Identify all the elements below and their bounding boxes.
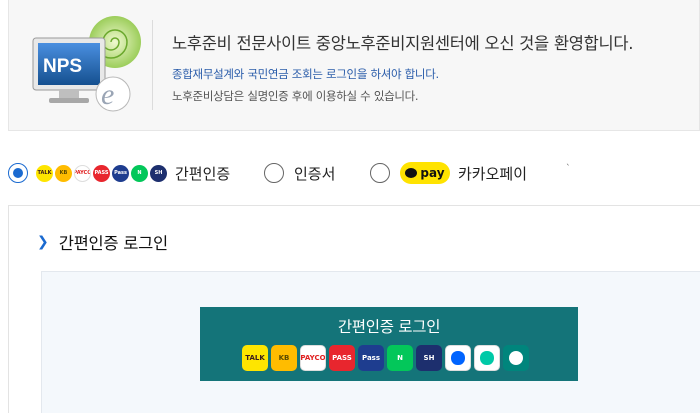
kakaopay-label: 카카오페이 [458, 164, 528, 183]
auth-required-notice: 노후준비상담은 실명인증 후에 이용하실 수 있습니다. [172, 89, 419, 103]
kb-icon: KB [271, 345, 297, 371]
simple-auth-panel: ❯ 간편인증 로그인 간편인증 로그인 TALK KB PAYCO PASS Pass N… [8, 205, 700, 413]
login-button-provider-icons: TALK KB PAYCO PASS Pass N SH [242, 345, 529, 371]
radio-kakaopay[interactable] [370, 163, 390, 183]
samsung-pass-icon: Pass [358, 345, 384, 371]
hana-icon [503, 345, 529, 371]
simple-auth-login-button[interactable]: 간편인증 로그인 TALK KB PAYCO PASS Pass N SH [200, 307, 578, 381]
kakaopay-badge-text: pay [420, 166, 445, 180]
panel-content-box: 간편인증 로그인 TALK KB PAYCO PASS Pass N SH [41, 271, 700, 413]
panel-title: ❯ 간편인증 로그인 [37, 230, 168, 254]
radio-certificate[interactable] [264, 163, 284, 183]
naver-icon: N [131, 164, 148, 182]
payco-icon: PAYCO [300, 345, 326, 371]
panel-title-text: 간편인증 로그인 [58, 234, 168, 253]
svg-text:NPS: NPS [43, 56, 82, 77]
shinhan-icon: SH [150, 164, 167, 182]
kakao-talk-icon: TALK [242, 345, 268, 371]
welcome-banner: NPS e 노후준비 전문사이트 중앙노후준비지원센터에 오신 것을 환영합니다… [8, 0, 700, 131]
login-type-certificate[interactable]: 인증서 [264, 158, 335, 188]
svg-text:e: e [101, 78, 114, 111]
stray-mark: ` [566, 164, 571, 174]
banner-divider [152, 20, 153, 110]
pass-icon: PASS [93, 164, 110, 182]
simple-auth-label: 간편인증 [175, 164, 231, 183]
simple-auth-provider-icons: TALK KB PAYCO PASS Pass N SH [36, 164, 167, 182]
radio-simple-auth[interactable] [8, 163, 28, 183]
banksalad-icon [474, 345, 500, 371]
welcome-text: 노후준비 전문사이트 중앙노후준비지원센터에 오신 것을 환영합니다. [172, 34, 634, 53]
kakao-talk-icon: TALK [36, 164, 53, 182]
login-type-kakaopay[interactable]: pay 카카오페이 [370, 158, 527, 188]
chevron-right-icon: ❯ [37, 234, 49, 250]
samsung-pass-icon: Pass [112, 164, 129, 182]
nps-logo: NPS e [32, 16, 141, 112]
shinhan-icon: SH [416, 345, 442, 371]
speech-bubble-icon [405, 168, 418, 178]
payco-icon: PAYCO [74, 164, 91, 182]
certificate-label: 인증서 [294, 164, 336, 183]
pass-icon: PASS [329, 345, 355, 371]
login-required-notice: 종합재무설계와 국민연금 조회는 로그인을 하셔야 합니다. [172, 67, 439, 81]
toss-icon [445, 345, 471, 371]
kakaopay-badge: pay [400, 162, 450, 184]
login-type-simple-auth[interactable]: TALK KB PAYCO PASS Pass N SH 간편인증 [8, 158, 230, 188]
naver-icon: N [387, 345, 413, 371]
login-button-label: 간편인증 로그인 [337, 318, 441, 336]
login-type-selector: TALK KB PAYCO PASS Pass N SH 간편인증 인증서 pay 카카오페… [0, 158, 700, 188]
kb-icon: KB [55, 164, 72, 182]
